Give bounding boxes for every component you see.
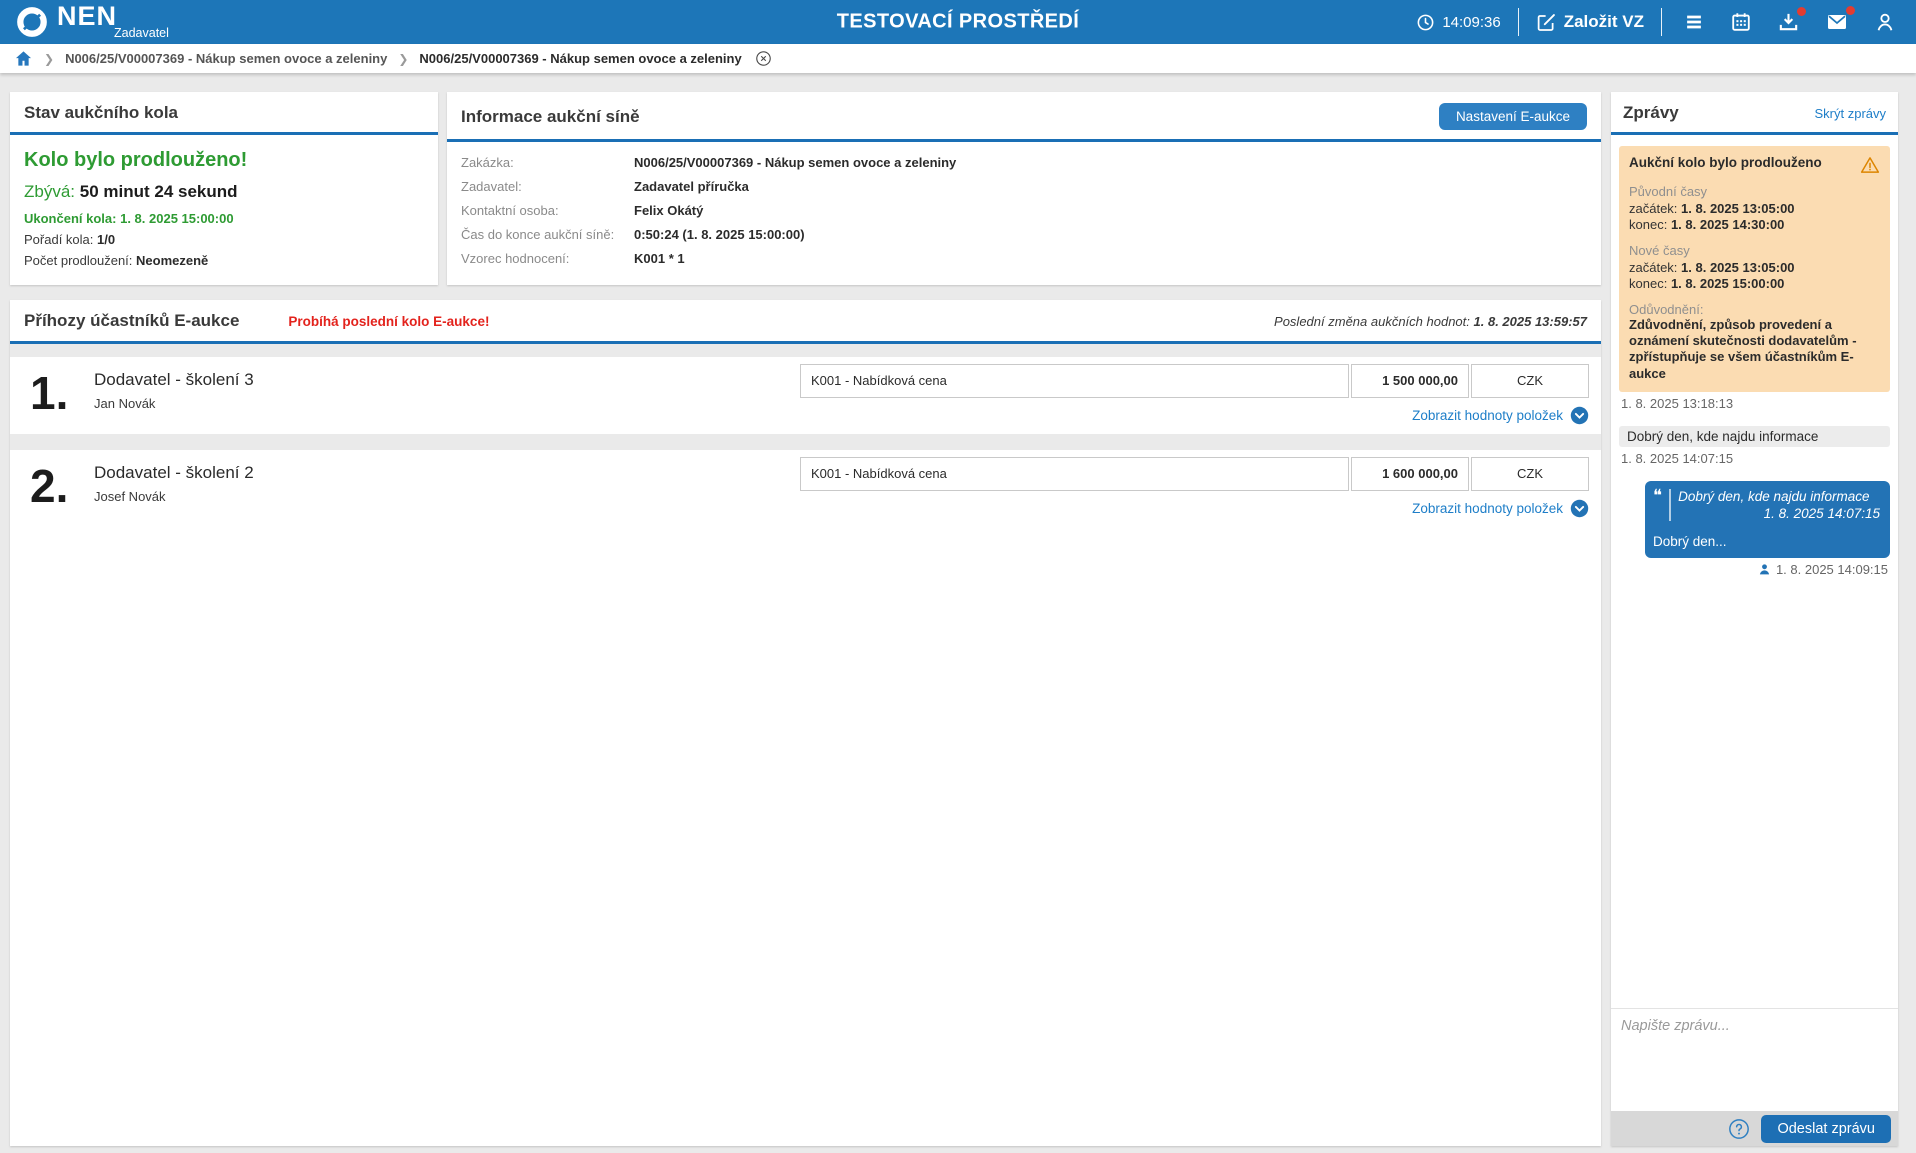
final-round-alert: Probíhá poslední kolo E-aukce! [288,314,489,329]
message-input[interactable] [1621,1018,1888,1102]
user-profile-button[interactable] [1870,11,1900,33]
notification-title: Aukční kolo bylo prodlouženo [1629,155,1822,170]
bid-currency: CZK [1471,457,1589,491]
time-remaining: Zbývá: 50 minut 24 sekund [24,182,424,202]
new-times: Nové časy začátek: 1. 8. 2025 13:05:00 k… [1629,243,1880,293]
warning-icon [1860,155,1880,175]
eauction-settings-button[interactable]: Nastavení E-aukce [1439,103,1587,130]
person-icon [1874,11,1896,33]
top-header-bar: NEN Zadavatel TESTOVACÍ PROSTŘEDÍ 14:09:… [0,0,1916,44]
clock-icon [1416,13,1435,32]
logo-role-label: Zadavatel [114,26,169,40]
download-icon [1777,11,1800,34]
menu-button[interactable] [1679,11,1709,33]
bids-empty-area [10,527,1601,1146]
extension-count: Počet prodloužení: Neomezeně [24,253,424,268]
downloads-button[interactable] [1773,11,1804,34]
page-content: Stav aukčního kola Kolo bylo prodlouženo… [0,73,1916,1153]
round-end-time: Ukončení kola: 1. 8. 2025 15:00:00 [24,211,424,226]
nen-logo-icon [14,4,50,40]
chevron-down-icon[interactable] [1570,406,1589,425]
participant-name: Dodavatel - školení 2 [94,463,254,483]
info-row-time-to-end: Čas do konce aukční síně: 0:50:24 (1. 8.… [461,227,1587,242]
info-row-contact-person: Kontaktní osoba: Felix Okátý [461,203,1587,218]
round-extended-status: Kolo bylo prodlouženo! [24,149,424,172]
participant-bids-panel: Příhozy účastníků E-aukce Probíhá posled… [10,300,1601,1146]
row-separator [10,344,1601,357]
send-message-button[interactable]: Odeslat zprávu [1761,1115,1891,1143]
auction-room-info-panel: Informace aukční síně Nastavení E-aukce … [447,92,1601,285]
quote-bar [1669,489,1671,521]
info-row-contract: Zakázka: N006/25/V00007369 - Nákup semen… [461,155,1587,170]
quote-icon: ❝ [1653,489,1662,521]
calendar-button[interactable] [1726,11,1756,33]
participant-row-1: 1. Dodavatel - školení 3 Jan Novák K001 … [10,357,1601,434]
panel-title-round-status: Stav aukčního kola [24,103,178,123]
envelope-icon [1825,10,1849,34]
outgoing-message-timestamp: 1. 8. 2025 14:09:15 [1621,562,1888,577]
outgoing-text: Dobrý den... [1653,534,1880,549]
messages-panel: Zprávy Skrýt zprávy Aukční kolo bylo pro… [1611,92,1898,1146]
logo-text: NEN [57,5,169,27]
bid-item-label: K001 - Nabídková cena [800,364,1349,398]
outgoing-message: ❝ Dobrý den, kde najdu informace 1. 8. 2… [1645,481,1890,558]
panel-title-bids: Příhozy účastníků E-aukce [24,311,239,331]
messages-list[interactable]: Aukční kolo bylo prodlouženo Původní čas… [1611,135,1898,1008]
row-separator [10,434,1601,450]
nen-logo[interactable]: NEN Zadavatel [14,4,169,40]
breadcrumb-item-contract[interactable]: N006/25/V00007369 - Nákup semen ovoce a … [65,51,387,66]
participant-person: Jan Novák [94,396,254,411]
panel-title-auction-info: Informace aukční síně [461,107,640,127]
show-item-values-link[interactable]: Zobrazit hodnoty položek [1412,501,1563,516]
breadcrumb-item-contract-active[interactable]: N006/25/V00007369 - Nákup semen ovoce a … [419,51,741,66]
bid-currency: CZK [1471,364,1589,398]
clock-time: 14:09:36 [1442,14,1500,31]
round-order: Pořadí kola: 1/0 [24,232,424,247]
bid-item-label: K001 - Nabídková cena [800,457,1349,491]
original-times: Původní časy začátek: 1. 8. 2025 13:05:0… [1629,184,1880,234]
participant-rank: 1. [30,364,82,425]
participant-row-2: 2. Dodavatel - školení 2 Josef Novák K00… [10,450,1601,527]
close-tab-icon[interactable] [755,50,772,67]
info-row-evaluation-formula: Vzorec hodnocení: K001 * 1 [461,251,1587,266]
bid-amount-value: 1 600 000,00 [1351,457,1469,491]
mail-notification-badge [1846,6,1855,15]
quoted-message: ❝ Dobrý den, kde najdu informace 1. 8. 2… [1653,489,1880,521]
calendar-icon [1730,11,1752,33]
quoted-timestamp: 1. 8. 2025 14:07:15 [1678,506,1880,521]
participant-rank: 2. [30,457,82,518]
notification-timestamp: 1. 8. 2025 13:18:13 [1621,396,1890,411]
quoted-text: Dobrý den, kde najdu informace [1678,489,1869,504]
environment-title: TESTOVACÍ PROSTŘEDÍ [837,11,1079,34]
notification-reason: Odůvodnění: Zdůvodnění, způsob provedení… [1629,302,1880,382]
participant-person: Josef Novák [94,489,254,504]
hide-messages-link[interactable]: Skrýt zprávy [1814,106,1886,121]
last-change-timestamp: Poslední změna aukčních hodnot: 1. 8. 20… [1274,314,1587,329]
create-vz-label: Založit VZ [1564,12,1644,32]
info-row-contracting-authority: Zadavatel: Zadavatel příručka [461,179,1587,194]
incoming-message: Dobrý den, kde najdu informace [1619,426,1890,447]
auction-round-status-panel: Stav aukčního kola Kolo bylo prodlouženo… [10,92,438,285]
create-vz-button[interactable]: Založit VZ [1536,12,1644,33]
breadcrumb: ❯ N006/25/V00007369 - Nákup semen ovoce … [0,44,1916,73]
home-icon[interactable] [14,49,33,68]
download-notification-badge [1797,7,1806,16]
incoming-message-timestamp: 1. 8. 2025 14:07:15 [1621,451,1890,466]
header-divider [1518,8,1519,36]
edit-icon [1536,12,1557,33]
server-clock: 14:09:36 [1416,13,1500,32]
show-item-values-link[interactable]: Zobrazit hodnoty položek [1412,408,1563,423]
header-divider [1661,8,1662,36]
chevron-right-icon: ❯ [44,52,54,66]
mail-button[interactable] [1821,10,1853,34]
panel-title-messages: Zprávy [1623,103,1679,123]
chevron-right-icon: ❯ [398,52,408,66]
hamburger-icon [1683,11,1705,33]
round-extended-notification: Aukční kolo bylo prodlouženo Původní čas… [1619,146,1890,392]
chevron-down-icon[interactable] [1570,499,1589,518]
help-icon[interactable] [1728,1118,1750,1140]
participant-name: Dodavatel - školení 3 [94,370,254,390]
sender-person-icon [1758,563,1771,576]
bid-amount-value: 1 500 000,00 [1351,364,1469,398]
